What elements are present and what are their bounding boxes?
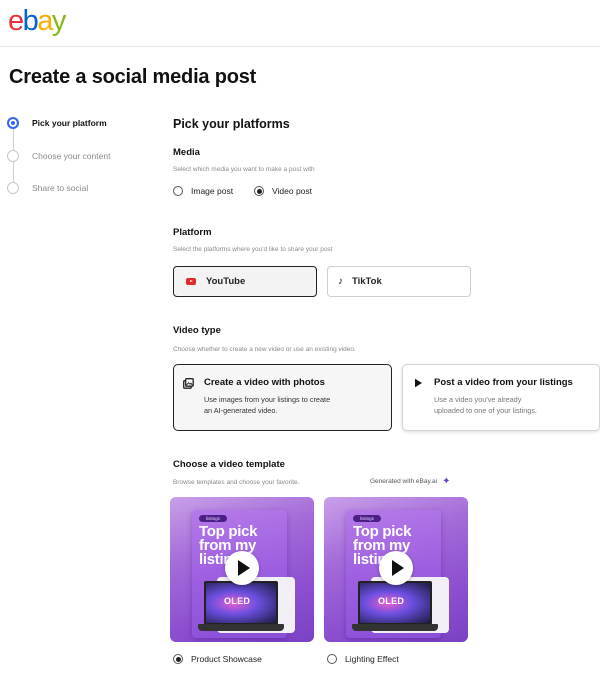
logo-letter-b: b [22, 5, 39, 37]
laptop-base [352, 624, 438, 631]
platform-tiktok-button[interactable]: ♪ TikTok [327, 266, 471, 297]
platform-subtitle: Select the platforms where you'd like to… [173, 246, 333, 253]
card-description: Use a video you've already uploaded to o… [434, 394, 600, 416]
card-description-line: Use a video you've already [434, 395, 522, 404]
card-description-line: Use images from your listings to create [204, 395, 331, 404]
radio-label: Product Showcase [191, 654, 262, 664]
laptop-screen: OLED [204, 581, 278, 625]
template-thumbnail-product-showcase[interactable]: listings Top pick from my listin OLED [170, 497, 314, 642]
card-description-line: uploaded to one of your listings. [434, 406, 538, 415]
screen-text: OLED [224, 596, 251, 606]
media-title: Media [173, 147, 200, 158]
section-heading: Pick your platforms [173, 117, 290, 131]
step-label: Choose your content [32, 151, 111, 161]
platform-youtube-button[interactable]: YouTube [173, 266, 317, 297]
step-indicator [7, 150, 19, 162]
tiktok-icon: ♪ [338, 276, 343, 287]
sparkle-icon: ✦ [442, 476, 451, 487]
thumbnail-badge: listings [353, 515, 381, 522]
radio-checked[interactable] [173, 654, 183, 664]
lighting-effect-radio[interactable]: Lighting Effect [327, 654, 399, 664]
ebay-logo[interactable]: ebay [8, 4, 67, 38]
card-title: Create a video with photos [204, 377, 325, 388]
template-title: Choose a video template [173, 459, 285, 470]
radio-label: Lighting Effect [345, 654, 399, 664]
platform-label: TikTok [352, 276, 382, 287]
generated-label: Generated with eBay.ai [370, 478, 438, 485]
video-type-title: Video type [173, 325, 221, 336]
photos-icon [183, 378, 194, 389]
step-pick-platform[interactable]: Pick your platform [7, 114, 107, 132]
step-share-social[interactable]: Share to social [7, 179, 88, 197]
top-bar: ebay [0, 0, 600, 47]
step-label: Pick your platform [32, 118, 107, 128]
step-indicator [7, 182, 19, 194]
radio-label: Video post [272, 186, 313, 196]
media-subtitle: Select which media you want to make a po… [173, 166, 315, 173]
video-post-radio[interactable]: Video post [254, 186, 312, 196]
logo-letter-y: y [51, 5, 67, 37]
radio-checked[interactable] [254, 186, 264, 196]
play-button-icon[interactable] [225, 551, 259, 585]
laptop-base [198, 624, 284, 631]
step-label: Share to social [32, 183, 89, 193]
platform-label: YouTube [206, 276, 246, 287]
youtube-icon [186, 278, 196, 285]
radio-label: Image post [191, 186, 234, 196]
image-post-radio[interactable]: Image post [173, 186, 233, 196]
logo-letter-a: a [37, 5, 53, 37]
platform-title: Platform [173, 227, 212, 238]
play-icon [415, 378, 422, 388]
template-subtitle: Browse templates and choose your favorit… [173, 479, 300, 486]
logo-letter-e: e [8, 5, 24, 37]
laptop-screen: OLED [358, 581, 432, 625]
create-video-with-photos-card[interactable]: Create a video with photos Use images fr… [173, 364, 392, 431]
radio-unchecked[interactable] [327, 654, 337, 664]
thumbnail-badge: listings [199, 515, 227, 522]
video-type-subtitle: Choose whether to create a new video or … [173, 346, 356, 353]
product-showcase-radio[interactable]: Product Showcase [173, 654, 262, 664]
page-title: Create a social media post [9, 66, 257, 88]
screen-text: OLED [378, 596, 405, 606]
play-button-icon[interactable] [379, 551, 413, 585]
generated-with-ebay-ai: Generated with eBay.ai ✦ [370, 476, 450, 487]
card-description: Use images from your listings to create … [204, 394, 394, 416]
card-title: Post a video from your listings [434, 377, 573, 388]
step-choose-content[interactable]: Choose your content [7, 147, 110, 165]
step-indicator-active [7, 117, 19, 129]
card-description-line: an AI-generated video. [204, 406, 278, 415]
post-video-from-listings-card[interactable]: Post a video from your listings Use a vi… [402, 364, 600, 431]
radio-unchecked[interactable] [173, 186, 183, 196]
template-thumbnail-lighting-effect[interactable]: listings Top pick from my listin OLED [324, 497, 468, 642]
